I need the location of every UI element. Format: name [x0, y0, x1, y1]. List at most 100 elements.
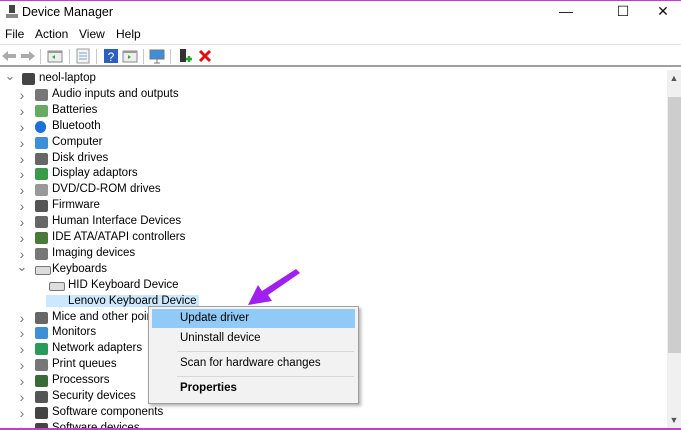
update-driver-icon[interactable] [177, 48, 193, 64]
minimize-button[interactable]: — [543, 1, 589, 21]
chevron-right-icon[interactable]: › [17, 373, 27, 389]
chevron-right-icon[interactable]: › [17, 119, 27, 135]
chevron-right-icon[interactable]: › [17, 389, 27, 405]
camera-icon [35, 247, 48, 260]
tree-item-label: Imaging devices [52, 246, 136, 259]
tree-item-ide-ata-atapi-controllers[interactable]: › IDE ATA/ATAPI controllers [0, 230, 667, 246]
scroll-up-icon[interactable]: ▲ [667, 70, 681, 86]
processor-icon [35, 375, 48, 388]
keyboard-icon [35, 265, 51, 275]
tree-item-disk-drives[interactable]: › Disk drives [0, 151, 667, 167]
uninstall-icon[interactable] [197, 48, 213, 64]
tree-item-label: HID Keyboard Device [68, 278, 179, 291]
tree-item-hid-keyboard-device[interactable]: HID Keyboard Device [0, 278, 667, 294]
software-icon [35, 422, 48, 428]
chevron-right-icon[interactable]: › [17, 341, 27, 357]
tree-item-keyboards[interactable]: ⌄ Keyboards [0, 259, 667, 278]
firmware-icon [35, 200, 48, 213]
tree-item-dvd-cd-rom-drives[interactable]: › DVD/CD-ROM drives [0, 182, 667, 198]
tree-root-computer[interactable]: ⌄ neol-laptop [0, 70, 667, 87]
scrollbar-thumb[interactable] [668, 97, 681, 353]
menu-item-scan-hardware[interactable]: Scan for hardware changes [152, 354, 355, 373]
tree-item-label: Audio inputs and outputs [52, 87, 179, 100]
mouse-icon [35, 311, 48, 324]
menu-bar: File Action View Help [0, 24, 681, 44]
menu-file[interactable]: File [5, 27, 24, 41]
chevron-right-icon[interactable]: › [17, 166, 27, 182]
security-icon [35, 391, 48, 403]
computer-root-icon [22, 73, 35, 85]
device-manager-icon [6, 5, 18, 18]
chevron-right-icon[interactable]: › [17, 182, 27, 198]
chevron-down-icon[interactable]: ⌄ [5, 70, 16, 84]
show-hide-console-tree-icon[interactable] [47, 48, 63, 64]
close-button[interactable]: ✕ [640, 1, 681, 21]
tree-item-label: Bluetooth [52, 119, 101, 132]
bluetooth-icon [35, 120, 46, 133]
speaker-icon [35, 88, 48, 101]
menu-item-uninstall-device[interactable]: Uninstall device [152, 329, 355, 348]
properties-icon[interactable] [75, 48, 91, 64]
tree-item-label: Print queues [52, 358, 117, 371]
chevron-right-icon[interactable]: › [17, 310, 27, 326]
monitor-icon [35, 327, 48, 340]
toolbar: ? [0, 44, 681, 67]
scan-hardware-icon[interactable] [149, 48, 165, 64]
menu-help[interactable]: Help [116, 27, 141, 41]
software-icon [35, 406, 48, 419]
menu-separator [177, 376, 354, 377]
chevron-right-icon[interactable]: › [17, 87, 27, 103]
ide-icon [35, 232, 48, 244]
menu-item-properties[interactable]: Properties [152, 379, 355, 398]
tree-item-label: Disk drives [52, 151, 109, 164]
back-icon[interactable] [1, 48, 17, 64]
tree-item-label: Processors [52, 374, 110, 387]
vertical-scrollbar[interactable]: ▲ ▼ [667, 70, 681, 428]
menu-view[interactable]: View [79, 27, 105, 41]
tree-item-software-components[interactable]: › Software components [0, 405, 667, 421]
tree-item-label: DVD/CD-ROM drives [52, 183, 161, 196]
tree-item-human-interface-devices[interactable]: › Human Interface Devices [0, 214, 667, 230]
chevron-right-icon[interactable]: › [17, 421, 27, 428]
svg-text:?: ? [108, 50, 115, 64]
chevron-right-icon[interactable]: › [17, 325, 27, 341]
tree-item-audio-inputs-and-outputs[interactable]: › Audio inputs and outputs [0, 87, 667, 103]
action-pane-icon[interactable] [122, 48, 138, 64]
tree-item-label: Display adaptors [52, 167, 138, 180]
tree-item-imaging-devices[interactable]: › Imaging devices [0, 246, 667, 262]
chevron-right-icon[interactable]: › [17, 135, 27, 151]
forward-icon[interactable] [20, 48, 36, 64]
help-icon[interactable]: ? [103, 48, 119, 64]
keyboard-icon [49, 281, 65, 291]
hid-icon [35, 216, 48, 229]
tree-item-firmware[interactable]: › Firmware [0, 198, 667, 214]
chevron-right-icon[interactable]: › [17, 230, 27, 246]
chevron-right-icon[interactable]: › [17, 357, 27, 373]
chevron-right-icon[interactable]: › [17, 198, 27, 214]
chevron-right-icon[interactable]: › [17, 405, 27, 421]
battery-icon [35, 104, 48, 117]
tree-item-label: Software components [52, 405, 164, 418]
network-icon [35, 343, 48, 356]
menu-action[interactable]: Action [35, 27, 68, 41]
chevron-right-icon[interactable]: › [17, 151, 27, 167]
display-icon [35, 168, 48, 181]
annotation-arrow-icon [248, 269, 300, 305]
chevron-right-icon[interactable]: › [17, 214, 27, 230]
tree-item-label: Software devices [52, 421, 140, 428]
scroll-down-icon[interactable]: ▼ [667, 412, 681, 428]
tree-item-label: IDE ATA/ATAPI controllers [52, 231, 186, 243]
tree-item-computer[interactable]: › Computer [0, 135, 667, 151]
tree-item-software-devices[interactable]: › Software devices [0, 421, 667, 428]
tree-item-batteries[interactable]: › Batteries [0, 103, 667, 119]
tree-item-label: Human Interface Devices [52, 215, 182, 228]
tree-item-display-adaptors[interactable]: › Display adaptors [0, 166, 667, 182]
device-manager-window: Device Manager — ☐ ✕ File Action View He… [0, 0, 681, 430]
tree-item-label: Batteries [52, 103, 98, 116]
chevron-down-icon[interactable]: ⌄ [17, 259, 28, 275]
window-title: Device Manager [22, 5, 114, 19]
chevron-right-icon[interactable]: › [17, 103, 27, 119]
menu-separator [177, 351, 354, 352]
tree-item-bluetooth[interactable]: › Bluetooth [0, 119, 667, 135]
tree-item-label: Security devices [52, 390, 136, 402]
